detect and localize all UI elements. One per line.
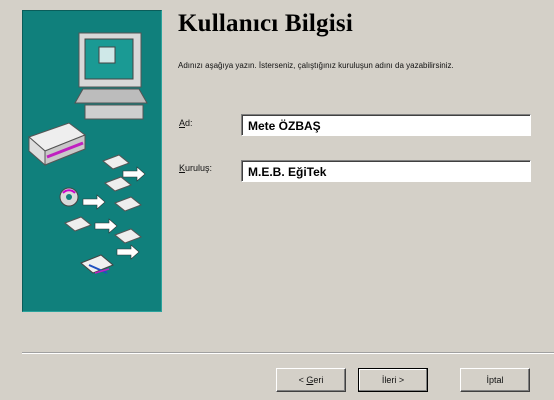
org-label: Kuruluş: — [179, 163, 212, 173]
org-label-rest: uruluş: — [185, 163, 213, 173]
software-box-icon — [28, 122, 87, 167]
back-rest: eri — [313, 375, 324, 385]
network-icon — [80, 254, 114, 274]
cancel-button[interactable]: İptal — [460, 368, 530, 392]
cd-icon — [59, 187, 79, 207]
wizard-illustration-panel — [22, 10, 162, 312]
setup-wizard-dialog: Kullanıcı Bilgisi Adınızı aşağıya yazın.… — [0, 0, 554, 400]
page-title: Kullanıcı Bilgisi — [178, 10, 353, 37]
button-separator — [22, 352, 554, 354]
name-input[interactable]: Mete ÖZBAŞ — [241, 114, 531, 136]
instruction-text: Adınızı aşağıya yazın. İsterseniz, çalış… — [178, 61, 454, 70]
setup-illustration — [28, 32, 148, 274]
name-label-rest: d: — [185, 118, 193, 128]
organization-input[interactable]: M.E.B. EğiTek — [241, 160, 531, 182]
back-button[interactable]: < Geri — [276, 368, 346, 392]
name-label: Ad: — [179, 118, 193, 128]
computer-icon — [74, 32, 148, 120]
next-button[interactable]: İleri > — [358, 368, 428, 392]
